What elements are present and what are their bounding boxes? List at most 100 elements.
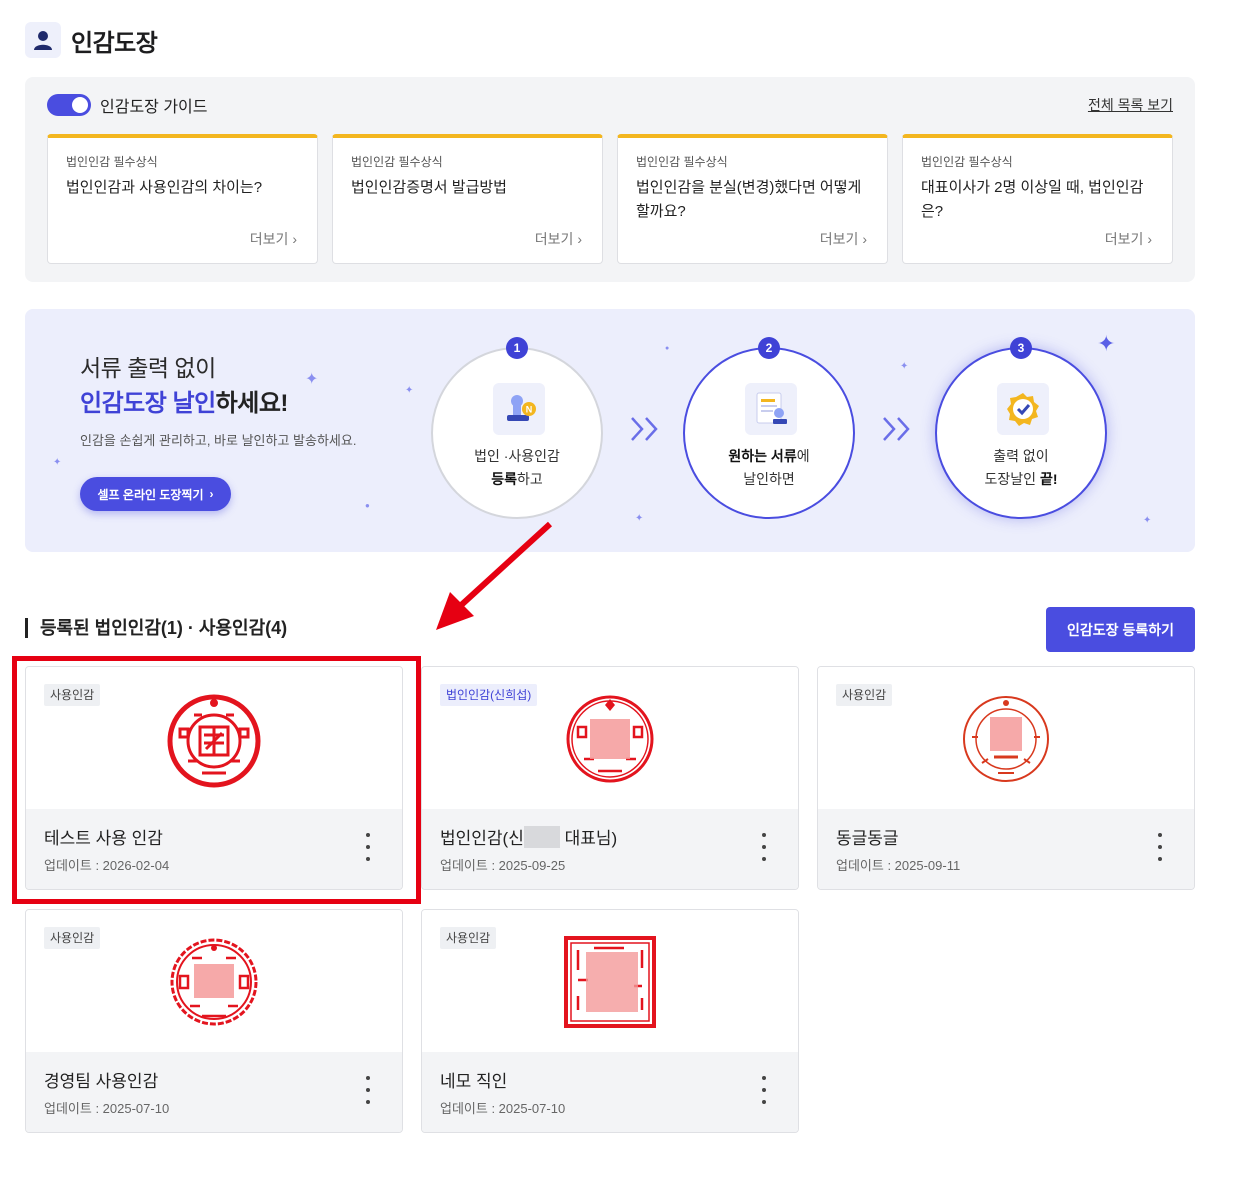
banner-line2: 인감도장 날인하세요! <box>80 383 288 418</box>
chevron-right-icon: › <box>862 231 867 247</box>
seal-name: 경영팀 사용인감 <box>44 1072 159 1091</box>
guide-card[interactable]: 법인인감 필수상식 법인인감과 사용인감의 차이는? 더보기 › <box>47 134 318 264</box>
seal-name-suffix: 대표님) <box>559 829 618 848</box>
page-header: 인감도장 <box>25 22 158 58</box>
step-line2-rest: 도장날인 <box>984 471 1040 487</box>
more-link[interactable]: 더보기 › <box>1105 229 1152 249</box>
seal-name: 동글동글 <box>836 829 899 848</box>
stamp-register-icon: N <box>493 383 545 435</box>
more-label: 더보기 <box>1104 231 1144 247</box>
square-seal-image <box>564 936 656 1028</box>
more-label: 더보기 <box>819 231 859 247</box>
step-text: 법인 ·사용인감 등록하고 <box>433 445 601 491</box>
step-line1-rest: 에 <box>796 448 810 464</box>
chevron-right-icon: › <box>209 487 214 501</box>
seal-updated-date: 업데이트 : 2025-09-11 <box>836 858 961 873</box>
sparkle-icon: ✦ <box>305 371 319 388</box>
more-options-icon[interactable] <box>758 833 770 861</box>
guide-card-title: 법인인감과 사용인감의 차이는? <box>66 179 263 196</box>
seal-name: 네모 직인 <box>440 1072 508 1091</box>
seal-name: 법인인감(신 대표님) <box>440 824 617 849</box>
masked-name <box>523 826 560 848</box>
sparkle-icon: ✦ <box>1097 331 1116 356</box>
dot-icon: ● <box>665 345 670 352</box>
step-line2: 도장날인 끝! <box>937 468 1105 491</box>
sparkle-icon: ✦ <box>900 361 909 372</box>
step-number: 3 <box>1010 337 1032 359</box>
banner-highlight: 인감도장 날인 <box>80 390 216 417</box>
more-link[interactable]: 더보기 › <box>820 229 867 249</box>
more-options-icon[interactable] <box>758 1076 770 1104</box>
step-line2-bold: 등록 <box>491 471 517 487</box>
guide-panel: 인감도장 가이드 전체 목록 보기 법인인감 필수상식 법인인감과 사용인감의 … <box>25 77 1195 282</box>
step-number: 2 <box>758 337 780 359</box>
promo-banner: ✦ ✦ ✦ ● ✦ ✦ ✦ ✦ ● 서류 출력 없이 인감도장 날인하세요! 인… <box>25 309 1195 552</box>
seal-updated-date: 업데이트 : 2025-07-10 <box>440 1101 566 1116</box>
seal-updated-date: 업데이트 : 2025-07-10 <box>44 1101 170 1116</box>
seal-card[interactable]: 사용인감 네모 직인 업데이트 : 2025-07-10 <box>421 909 799 1133</box>
step-done: 3 출력 없이 도장날인 끝! <box>935 337 1107 519</box>
step-line2: 등록하고 <box>433 468 601 491</box>
more-link[interactable]: 더보기 › <box>250 229 297 249</box>
banner-line1: 서류 출력 없이 <box>80 355 216 381</box>
guide-card-category: 법인인감 필수상식 <box>921 155 1013 169</box>
round-seal-image <box>170 938 258 1026</box>
step-line1-bold: 원하는 서류 <box>728 448 797 464</box>
sparkle-icon: ✦ <box>635 513 644 524</box>
step-number: 1 <box>506 337 528 359</box>
person-icon <box>25 22 61 58</box>
double-chevron-icon <box>883 417 910 441</box>
seal-type-tag: 사용인감 <box>440 927 497 949</box>
annotation-highlight-box <box>12 656 421 904</box>
step-register: 1 N 법인 ·사용인감 등록하고 <box>431 337 603 519</box>
double-chevron-icon <box>631 417 658 441</box>
guide-card-category: 법인인감 필수상식 <box>636 155 728 169</box>
guide-toggle[interactable] <box>47 94 91 116</box>
more-options-icon[interactable] <box>1154 833 1166 861</box>
step-line2-rest: 하고 <box>517 471 543 487</box>
seal-updated-date: 업데이트 : 2025-09-25 <box>440 858 566 873</box>
seal-name-prefix: 법인인감(신 <box>440 829 524 848</box>
banner-line2-rest: 하세요! <box>215 390 289 417</box>
page-title: 인감도장 <box>71 29 158 57</box>
guide-card[interactable]: 법인인감 필수상식 법인인감을 분실(변경)했다면 어떻게 할까요? 더보기 › <box>617 134 888 264</box>
guide-card-category: 법인인감 필수상식 <box>351 155 443 169</box>
guide-card-category: 법인인감 필수상식 <box>66 155 158 169</box>
chevron-right-icon: › <box>292 231 297 247</box>
guide-card[interactable]: 법인인감 필수상식 대표이사가 2명 이상일 때, 법인인감은? 더보기 › <box>902 134 1173 264</box>
more-options-icon[interactable] <box>362 1076 374 1104</box>
toggle-knob <box>72 97 88 113</box>
self-stamp-button[interactable]: 셀프 온라인 도장찍기 › <box>80 477 231 511</box>
seal-card[interactable]: 법인인감(신희섭) 법인인감(신 대표님) 업데이트 : 2025-09-25 <box>421 666 799 890</box>
step-line2-bold: 끝! <box>1039 471 1058 487</box>
svg-text:N: N <box>526 405 533 415</box>
step-stamp: 2 원하는 서류에 날인하면 <box>683 337 855 519</box>
chevron-right-icon: › <box>577 231 582 247</box>
sparkle-icon: ✦ <box>53 457 62 468</box>
step-line1: 법인 ·사용인감 <box>474 448 560 464</box>
step-line2: 날인하면 <box>743 471 795 487</box>
round-seal-image <box>963 696 1049 782</box>
seal-type-tag: 법인인감(신희섭) <box>440 684 538 706</box>
step-text: 출력 없이 도장날인 끝! <box>937 445 1105 491</box>
seal-card[interactable]: 사용인감 경영팀 사용인감 업데이트 : 2025-07-10 <box>25 909 403 1133</box>
document-stamp-icon <box>745 383 797 435</box>
seal-card[interactable]: 사용인감 동글동글 업데이트 : 2025-09-11 <box>817 666 1195 890</box>
sparkle-icon: ✦ <box>405 385 414 396</box>
seal-type-tag: 사용인감 <box>836 684 893 706</box>
view-all-link[interactable]: 전체 목록 보기 <box>1088 95 1173 115</box>
step-text: 원하는 서류에 날인하면 <box>685 445 853 491</box>
guide-card-title: 대표이사가 2명 이상일 때, 법인인감은? <box>921 179 1144 220</box>
self-stamp-label: 셀프 온라인 도장찍기 <box>97 487 204 502</box>
chevron-right-icon: › <box>1147 231 1152 247</box>
guide-card[interactable]: 법인인감 필수상식 법인인감증명서 발급방법 더보기 › <box>332 134 603 264</box>
verified-badge-icon <box>997 383 1049 435</box>
more-link[interactable]: 더보기 › <box>535 229 582 249</box>
sparkle-icon: ✦ <box>1143 515 1152 526</box>
step-line1: 원하는 서류에 <box>685 445 853 468</box>
seal-type-tag: 사용인감 <box>44 927 101 949</box>
guide-toggle-label: 인감도장 가이드 <box>100 99 208 116</box>
dot-icon: ● <box>365 501 370 510</box>
register-seal-button[interactable]: 인감도장 등록하기 <box>1046 607 1195 652</box>
guide-card-title: 법인인감을 분실(변경)했다면 어떻게 할까요? <box>636 179 862 220</box>
